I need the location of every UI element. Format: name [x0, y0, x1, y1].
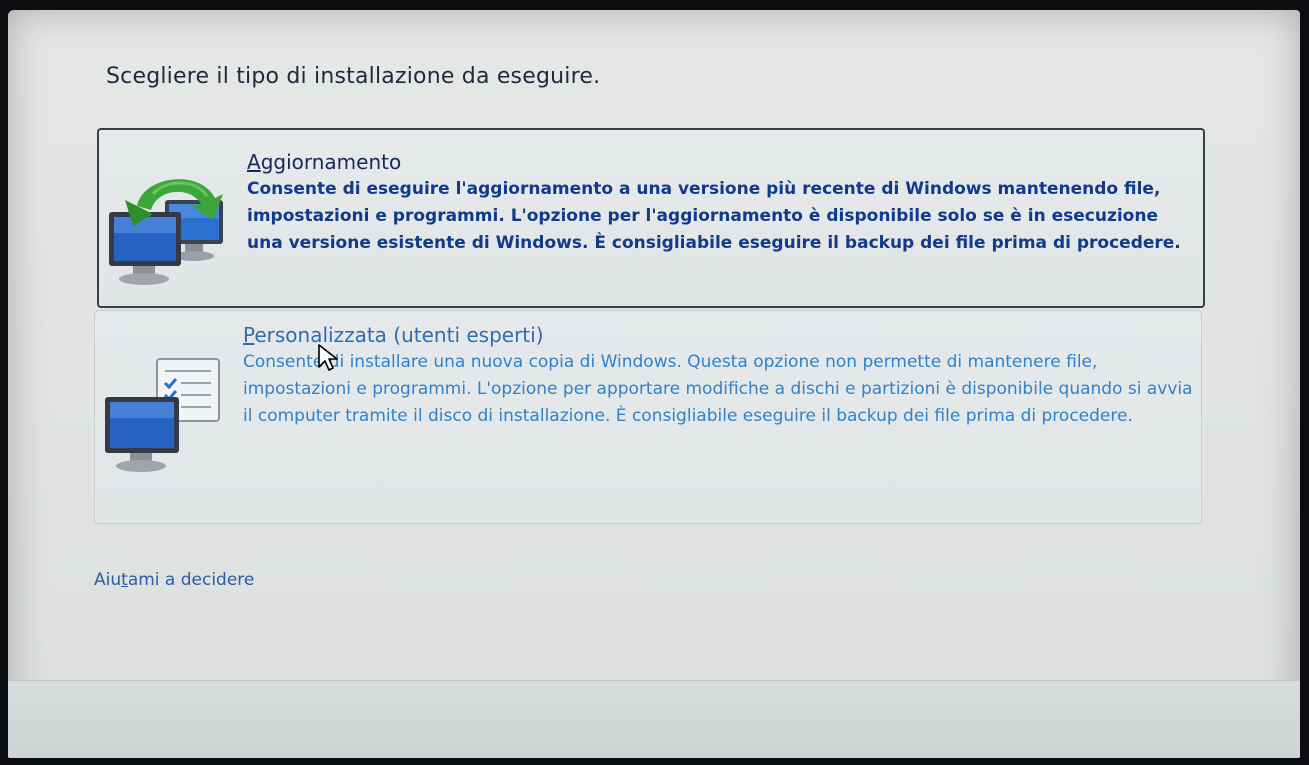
upgrade-option[interactable]: Aggiornamento Consente di eseguire l'agg…: [97, 128, 1205, 308]
bottom-bar: [8, 680, 1300, 758]
help-link-rest: ami a decidere: [127, 570, 255, 590]
upgrade-option-description: Consente di eseguire l'aggiornamento a u…: [247, 179, 1181, 253]
upgrade-computers-icon: [109, 179, 223, 285]
upgrade-option-title: Aggiornamento: [247, 150, 401, 174]
custom-option-description: Consente di installare una nuova copia d…: [243, 352, 1193, 426]
mouse-cursor-icon: [318, 344, 338, 371]
custom-option-title: Personalizzata (utenti esperti): [243, 323, 544, 347]
upgrade-title-accesskey: A: [247, 150, 261, 174]
page-title: Scegliere il tipo di installazione da es…: [106, 64, 601, 89]
custom-option[interactable]: Personalizzata (utenti esperti) Consente…: [94, 310, 1202, 524]
upgrade-title-rest: ggiornamento: [260, 150, 402, 174]
custom-install-computer-icon: [105, 358, 220, 472]
help-link-prefix: Aiu: [94, 570, 122, 590]
help-me-decide-link[interactable]: Aiutami a decidere: [94, 570, 254, 590]
photo-frame: Scegliere il tipo di installazione da es…: [0, 0, 1309, 765]
custom-title-rest: ersonalizzata (utenti esperti): [254, 323, 544, 347]
help-link-accesskey: t: [121, 570, 128, 590]
custom-title-accesskey: P: [243, 323, 255, 347]
setup-window: Scegliere il tipo di installazione da es…: [8, 10, 1300, 758]
